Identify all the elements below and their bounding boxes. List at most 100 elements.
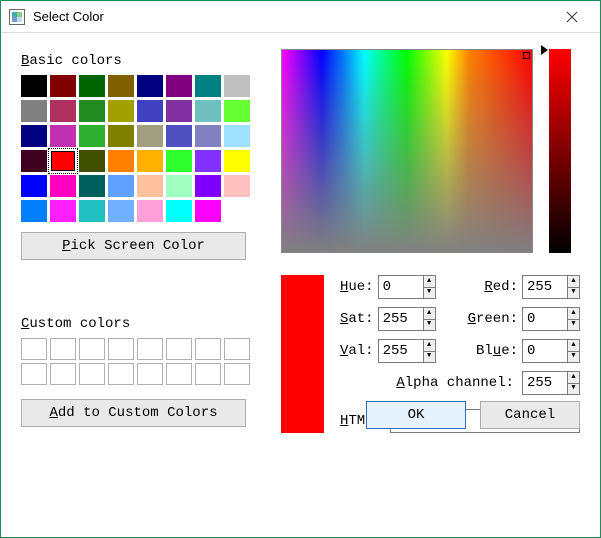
spin-down-icon[interactable]: ▼ bbox=[423, 288, 435, 299]
basic-color-swatch[interactable] bbox=[21, 175, 47, 197]
basic-color-swatch[interactable] bbox=[50, 75, 76, 97]
hue-saturation-field[interactable] bbox=[281, 49, 533, 253]
basic-color-swatch[interactable] bbox=[137, 200, 163, 222]
basic-color-swatch[interactable] bbox=[195, 200, 221, 222]
basic-color-swatch[interactable] bbox=[108, 75, 134, 97]
basic-color-swatch[interactable] bbox=[137, 75, 163, 97]
custom-color-slot[interactable] bbox=[166, 338, 192, 360]
blue-input[interactable] bbox=[523, 340, 567, 362]
custom-color-slot[interactable] bbox=[108, 338, 134, 360]
green-spinbox[interactable]: ▲▼ bbox=[522, 307, 580, 331]
basic-color-swatch[interactable] bbox=[166, 200, 192, 222]
basic-color-swatch[interactable] bbox=[195, 175, 221, 197]
basic-color-swatch[interactable] bbox=[224, 75, 250, 97]
spin-up-icon[interactable]: ▲ bbox=[567, 372, 579, 384]
basic-color-swatch[interactable] bbox=[108, 150, 134, 172]
custom-color-slot[interactable] bbox=[21, 363, 47, 385]
blue-spinbox[interactable]: ▲▼ bbox=[522, 339, 580, 363]
spin-down-icon[interactable]: ▼ bbox=[567, 352, 579, 363]
custom-color-slot[interactable] bbox=[224, 363, 250, 385]
basic-color-swatch[interactable] bbox=[166, 100, 192, 122]
custom-color-slot[interactable] bbox=[50, 338, 76, 360]
custom-color-slot[interactable] bbox=[21, 338, 47, 360]
basic-color-swatch[interactable] bbox=[195, 100, 221, 122]
sat-spinbox[interactable]: ▲▼ bbox=[378, 307, 436, 331]
basic-colors-label: Basic colors bbox=[21, 53, 261, 69]
spin-down-icon[interactable]: ▼ bbox=[423, 320, 435, 331]
alpha-spinbox[interactable]: ▲▼ bbox=[522, 371, 580, 395]
red-input[interactable] bbox=[523, 276, 567, 298]
basic-color-swatch[interactable] bbox=[79, 75, 105, 97]
custom-color-slot[interactable] bbox=[195, 338, 221, 360]
basic-color-swatch[interactable] bbox=[50, 125, 76, 147]
basic-color-swatch[interactable] bbox=[137, 100, 163, 122]
custom-color-slot[interactable] bbox=[108, 363, 134, 385]
spin-up-icon[interactable]: ▲ bbox=[567, 340, 579, 352]
red-spinbox[interactable]: ▲▼ bbox=[522, 275, 580, 299]
spin-up-icon[interactable]: ▲ bbox=[423, 340, 435, 352]
basic-color-swatch[interactable] bbox=[166, 175, 192, 197]
basic-color-swatch[interactable] bbox=[108, 100, 134, 122]
basic-color-swatch[interactable] bbox=[166, 125, 192, 147]
val-spinbox[interactable]: ▲▼ bbox=[378, 339, 436, 363]
basic-color-swatch[interactable] bbox=[195, 125, 221, 147]
basic-color-swatch[interactable] bbox=[50, 100, 76, 122]
basic-color-swatch[interactable] bbox=[108, 200, 134, 222]
basic-color-swatch[interactable] bbox=[50, 150, 76, 172]
sat-input[interactable] bbox=[379, 308, 423, 330]
basic-color-swatch[interactable] bbox=[166, 75, 192, 97]
basic-color-swatch[interactable] bbox=[137, 125, 163, 147]
basic-color-swatch[interactable] bbox=[79, 125, 105, 147]
cancel-button[interactable]: Cancel bbox=[480, 401, 580, 429]
custom-color-slot[interactable] bbox=[79, 363, 105, 385]
basic-color-swatch[interactable] bbox=[224, 125, 250, 147]
basic-color-swatch[interactable] bbox=[79, 175, 105, 197]
basic-color-swatch[interactable] bbox=[79, 200, 105, 222]
pick-screen-color-button[interactable]: Pick Screen Color bbox=[21, 232, 246, 260]
green-input[interactable] bbox=[523, 308, 567, 330]
ok-button[interactable]: OK bbox=[366, 401, 466, 429]
basic-color-swatch[interactable] bbox=[224, 100, 250, 122]
basic-color-swatch[interactable] bbox=[50, 175, 76, 197]
close-button[interactable] bbox=[552, 3, 592, 31]
basic-color-swatch[interactable] bbox=[195, 75, 221, 97]
basic-color-swatch[interactable] bbox=[137, 175, 163, 197]
spin-down-icon[interactable]: ▼ bbox=[567, 384, 579, 395]
add-to-custom-button[interactable]: Add to Custom Colors bbox=[21, 399, 246, 427]
spin-down-icon[interactable]: ▼ bbox=[567, 320, 579, 331]
basic-color-swatch[interactable] bbox=[108, 125, 134, 147]
basic-color-swatch[interactable] bbox=[224, 175, 250, 197]
basic-color-swatch[interactable] bbox=[137, 150, 163, 172]
hue-input[interactable] bbox=[379, 276, 423, 298]
basic-color-swatch[interactable] bbox=[50, 200, 76, 222]
custom-color-slot[interactable] bbox=[224, 338, 250, 360]
spin-up-icon[interactable]: ▲ bbox=[423, 276, 435, 288]
basic-color-swatch[interactable] bbox=[21, 150, 47, 172]
spin-up-icon[interactable]: ▲ bbox=[567, 276, 579, 288]
custom-color-slot[interactable] bbox=[166, 363, 192, 385]
basic-color-swatch[interactable] bbox=[21, 200, 47, 222]
basic-color-swatch[interactable] bbox=[166, 150, 192, 172]
basic-color-swatch[interactable] bbox=[108, 175, 134, 197]
val-input[interactable] bbox=[379, 340, 423, 362]
basic-color-swatch[interactable] bbox=[21, 75, 47, 97]
alpha-input[interactable] bbox=[523, 372, 567, 394]
custom-color-slot[interactable] bbox=[50, 363, 76, 385]
basic-color-swatch[interactable] bbox=[224, 200, 250, 222]
basic-color-swatch[interactable] bbox=[79, 100, 105, 122]
value-slider[interactable] bbox=[549, 49, 571, 253]
basic-color-swatch[interactable] bbox=[224, 150, 250, 172]
custom-color-slot[interactable] bbox=[79, 338, 105, 360]
custom-color-slot[interactable] bbox=[137, 363, 163, 385]
basic-color-swatch[interactable] bbox=[195, 150, 221, 172]
spin-down-icon[interactable]: ▼ bbox=[567, 288, 579, 299]
custom-color-slot[interactable] bbox=[137, 338, 163, 360]
spin-up-icon[interactable]: ▲ bbox=[567, 308, 579, 320]
basic-color-swatch[interactable] bbox=[21, 100, 47, 122]
hue-spinbox[interactable]: ▲▼ bbox=[378, 275, 436, 299]
spin-up-icon[interactable]: ▲ bbox=[423, 308, 435, 320]
basic-color-swatch[interactable] bbox=[21, 125, 47, 147]
custom-color-slot[interactable] bbox=[195, 363, 221, 385]
spin-down-icon[interactable]: ▼ bbox=[423, 352, 435, 363]
basic-color-swatch[interactable] bbox=[79, 150, 105, 172]
